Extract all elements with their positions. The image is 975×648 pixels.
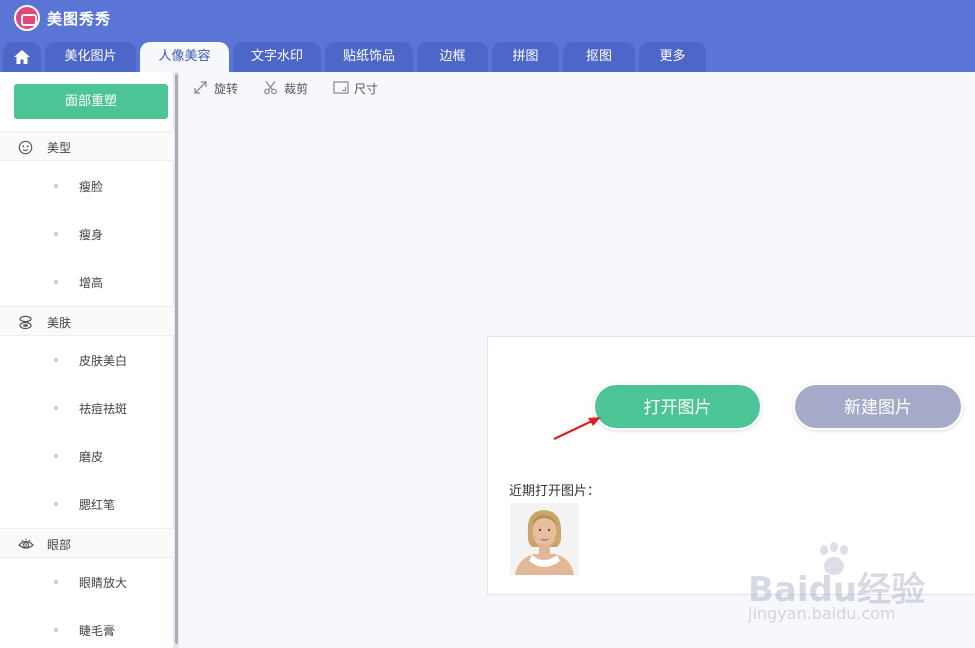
tab-more[interactable]: 更多 <box>639 42 706 72</box>
portrait-thumbnail-image <box>510 503 579 575</box>
face-reshape-button[interactable]: 面部重塑 <box>14 84 168 119</box>
scrollbar-thumb[interactable] <box>175 74 178 644</box>
scissors-icon <box>264 81 277 95</box>
sidebar-item-acne-removal[interactable]: 祛痘祛斑 <box>0 384 174 432</box>
tab-border[interactable]: 边框 <box>417 42 488 72</box>
section-label: 眼部 <box>47 538 72 552</box>
red-arrow-icon <box>553 417 601 440</box>
skin-icon <box>19 315 32 330</box>
open-image-button[interactable]: 打开图片 <box>593 383 762 430</box>
bullet-dot <box>54 232 58 236</box>
tab-home[interactable] <box>3 42 41 72</box>
tab-stickers[interactable]: 贴纸饰品 <box>325 42 413 72</box>
tab-portrait[interactable]: 人像美容 <box>140 42 229 72</box>
sidebar-item-label: 瘦身 <box>79 228 104 242</box>
recent-images-label: 近期打开图片： <box>509 484 601 499</box>
app-logo-icon <box>14 5 40 31</box>
crop-label: 裁剪 <box>284 82 309 96</box>
bullet-dot <box>54 454 58 458</box>
new-image-button[interactable]: 新建图片 <box>793 383 963 430</box>
sidebar-item-mascara[interactable]: 睫毛膏 <box>0 606 174 648</box>
title-bar: 美图秀秀 <box>0 0 975 36</box>
rotate-button[interactable]: 旋转 <box>193 79 243 97</box>
section-header-skin: 美肤 <box>0 306 174 336</box>
section-header-shape: 美型 <box>0 131 174 161</box>
recent-image-thumbnail[interactable] <box>510 503 579 575</box>
crop-button[interactable]: 裁剪 <box>263 79 313 97</box>
resize-label: 尺寸 <box>354 82 379 96</box>
sidebar-item-label: 腮红笔 <box>79 498 116 512</box>
app-title: 美图秀秀 <box>47 10 112 28</box>
resize-icon <box>333 81 349 94</box>
tab-collage[interactable]: 拼图 <box>492 42 559 72</box>
sidebar-item-label: 眼睛放大 <box>79 576 128 590</box>
sidebar-item-height[interactable]: 增高 <box>0 258 174 306</box>
baidu-jingyan-watermark: Baidu经验 jingyan.baidu.com <box>748 540 973 630</box>
sidebar-item-eye-enlarge[interactable]: 眼睛放大 <box>0 558 174 606</box>
sidebar-item-label: 睫毛膏 <box>79 624 116 638</box>
bullet-dot <box>54 358 58 362</box>
bullet-dot <box>54 502 58 506</box>
sidebar-item-label: 祛痘祛斑 <box>79 402 128 416</box>
rotate-label: 旋转 <box>214 82 239 96</box>
sidebar-scrollbar[interactable] <box>174 72 179 648</box>
sidebar-item-slim-face[interactable]: 瘦脸 <box>0 162 174 210</box>
section-label: 美肤 <box>47 316 72 330</box>
sidebar-item-whitening[interactable]: 皮肤美白 <box>0 336 174 384</box>
bullet-dot <box>54 580 58 584</box>
sidebar-item-label: 瘦脸 <box>79 180 104 194</box>
resize-button[interactable]: 尺寸 <box>333 79 383 97</box>
bullet-dot <box>54 280 58 284</box>
eye-icon <box>18 538 34 549</box>
sidebar: 面部重塑 美型 瘦脸 瘦身 增高 美肤 皮肤美白 祛痘祛斑 磨皮 腮红笔 眼部 … <box>0 72 174 648</box>
tab-cutout[interactable]: 抠图 <box>563 42 635 72</box>
tab-beautify[interactable]: 美化图片 <box>45 42 136 72</box>
section-header-eyes: 眼部 <box>0 528 174 558</box>
sidebar-item-blush[interactable]: 腮红笔 <box>0 480 174 528</box>
watermark-url: jingyan.baidu.com <box>748 604 896 623</box>
sidebar-item-label: 皮肤美白 <box>79 354 128 368</box>
tab-text-watermark[interactable]: 文字水印 <box>233 42 321 72</box>
face-icon <box>18 140 33 155</box>
sidebar-item-label: 磨皮 <box>79 450 104 464</box>
bullet-dot <box>54 628 58 632</box>
sidebar-item-smoothing[interactable]: 磨皮 <box>0 432 174 480</box>
bullet-dot <box>54 406 58 410</box>
home-icon <box>14 50 30 64</box>
tab-bar: 美化图片 人像美容 文字水印 贴纸饰品 边框 拼图 抠图 更多 <box>0 36 975 72</box>
sidebar-item-label: 增高 <box>79 276 104 290</box>
section-label: 美型 <box>47 141 72 155</box>
bullet-dot <box>54 184 58 188</box>
rotate-icon <box>194 81 207 94</box>
sidebar-item-slim-body[interactable]: 瘦身 <box>0 210 174 258</box>
